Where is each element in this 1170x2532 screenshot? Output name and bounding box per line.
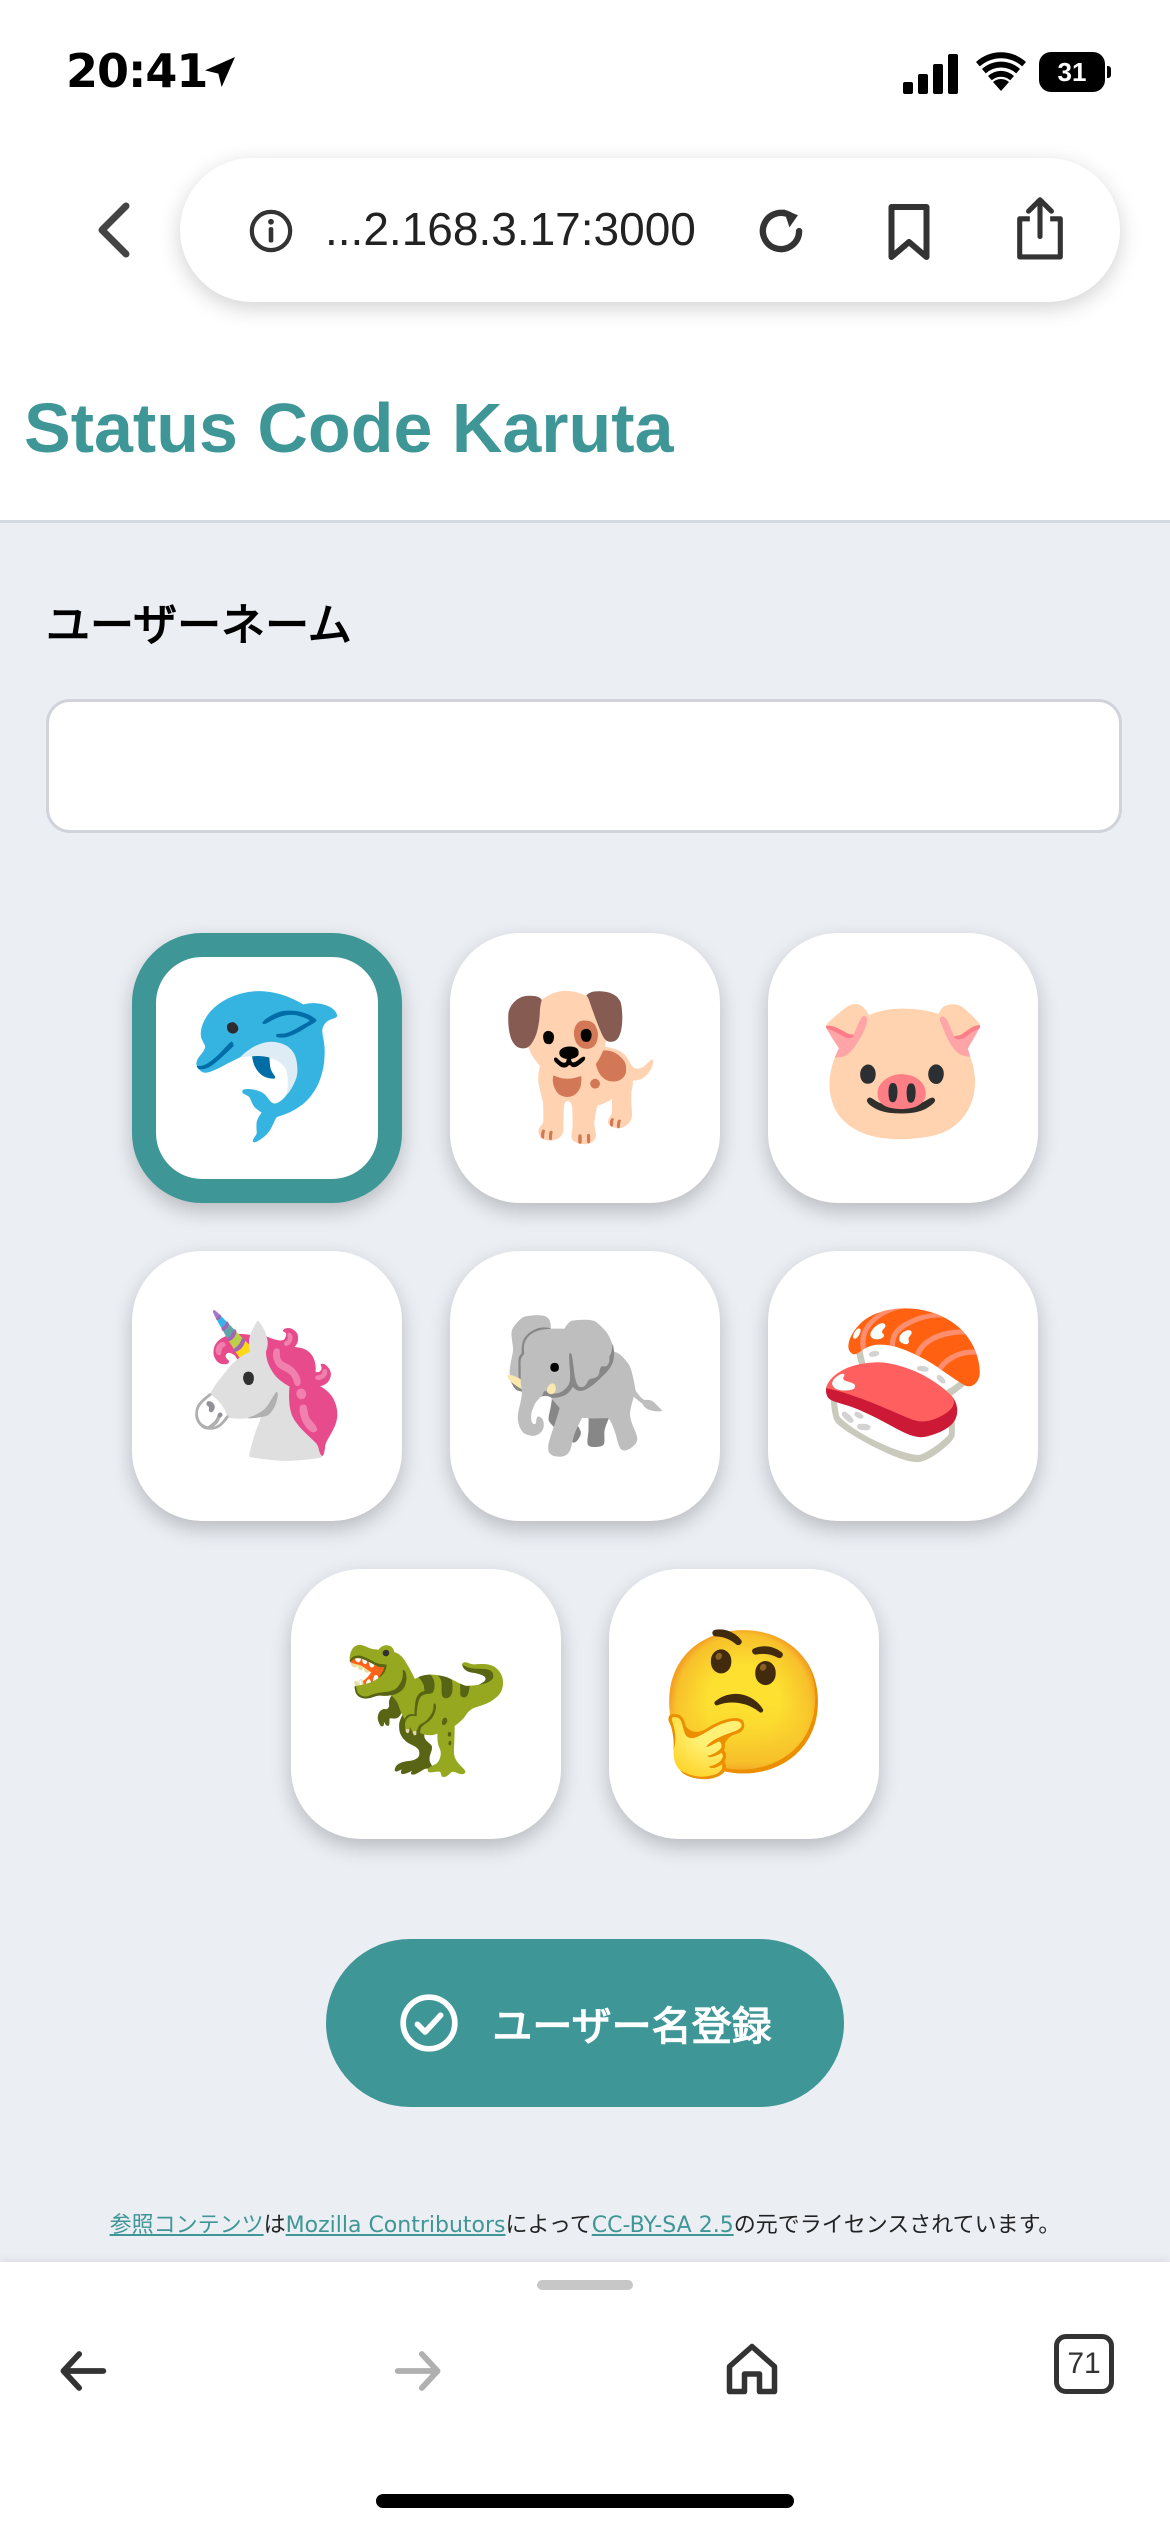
license-text-3: の元でライセンスされています。: [733, 2213, 1061, 2238]
forward-arrow-icon[interactable]: [388, 2342, 446, 2400]
thinking-face-icon: 🤔: [656, 1622, 832, 1785]
avatar-option-dolphin[interactable]: 🐬: [132, 933, 402, 1203]
battery-indicator: 31: [1039, 52, 1111, 92]
address-bar[interactable]: ...2.168.3.17:3000: [180, 158, 1120, 302]
location-arrow-icon: [205, 57, 235, 87]
toolbar-grabber[interactable]: [537, 2280, 633, 2290]
tab-count-button[interactable]: 71: [1054, 2334, 1114, 2394]
wifi-icon: [976, 52, 1026, 91]
t-rex-icon: 🦖: [338, 1622, 514, 1785]
register-username-button[interactable]: ユーザー名登録: [326, 1939, 844, 2107]
avatar-option-dog[interactable]: 🐕: [450, 933, 720, 1203]
reference-content-link[interactable]: 参照コンテンツ: [110, 2213, 264, 2238]
app-header: Status Code Karuta: [0, 340, 1170, 523]
avatar-option-t-rex[interactable]: 🦖: [291, 1569, 561, 1839]
share-icon[interactable]: [1014, 196, 1066, 262]
avatar-option-elephant[interactable]: 🐘: [450, 1251, 720, 1521]
mozilla-contributors-link[interactable]: Mozilla Contributors: [286, 2213, 506, 2238]
avatar-option-thinking-face[interactable]: 🤔: [609, 1569, 879, 1839]
cc-by-sa-link[interactable]: CC-BY-SA 2.5: [592, 2213, 734, 2238]
check-circle-icon: [400, 1994, 459, 2052]
battery-level: 31: [1039, 52, 1105, 92]
cellular-signal-icon: [903, 54, 958, 94]
url-text[interactable]: ...2.168.3.17:3000: [325, 202, 696, 256]
page-title: Status Code Karuta: [24, 389, 674, 467]
main-content: ユーザーネーム 🐬 🐕 🐷 🦄 🐘 🍣 🦖 🤔 ユーザー名登録 参照コンテンツは…: [0, 523, 1170, 2263]
back-arrow-icon[interactable]: [55, 2342, 113, 2400]
battery-tip: [1107, 66, 1111, 78]
browser-bottom-toolbar: 71: [0, 2262, 1170, 2532]
register-button-label: ユーザー名登録: [492, 2005, 772, 2049]
dog-icon: 🐕: [497, 986, 673, 1149]
browser-back-chevron-icon[interactable]: [90, 200, 134, 260]
bookmark-icon[interactable]: [886, 202, 932, 262]
pig-icon: 🐷: [815, 986, 991, 1149]
reload-icon[interactable]: [752, 202, 810, 260]
username-label: ユーザーネーム: [46, 600, 352, 651]
home-indicator: [376, 2494, 794, 2508]
license-text-2: によって: [505, 2213, 592, 2238]
avatar-option-unicorn[interactable]: 🦄: [132, 1251, 402, 1521]
dolphin-icon: 🐬: [179, 986, 355, 1149]
avatar-option-sushi[interactable]: 🍣: [768, 1251, 1038, 1521]
status-bar: 20:41 31: [0, 0, 1170, 150]
avatar-option-pig[interactable]: 🐷: [768, 933, 1038, 1203]
license-note: 参照コンテンツはMozilla ContributorsによってCC-BY-SA…: [0, 2207, 1170, 2239]
unicorn-icon: 🦄: [179, 1304, 355, 1467]
license-text-1: は: [263, 2213, 286, 2238]
home-icon[interactable]: [722, 2338, 782, 2400]
status-time: 20:41: [66, 44, 208, 98]
info-icon[interactable]: [248, 208, 294, 254]
elephant-icon: 🐘: [497, 1304, 673, 1467]
username-input[interactable]: [46, 699, 1122, 833]
sushi-icon: 🍣: [815, 1304, 991, 1467]
